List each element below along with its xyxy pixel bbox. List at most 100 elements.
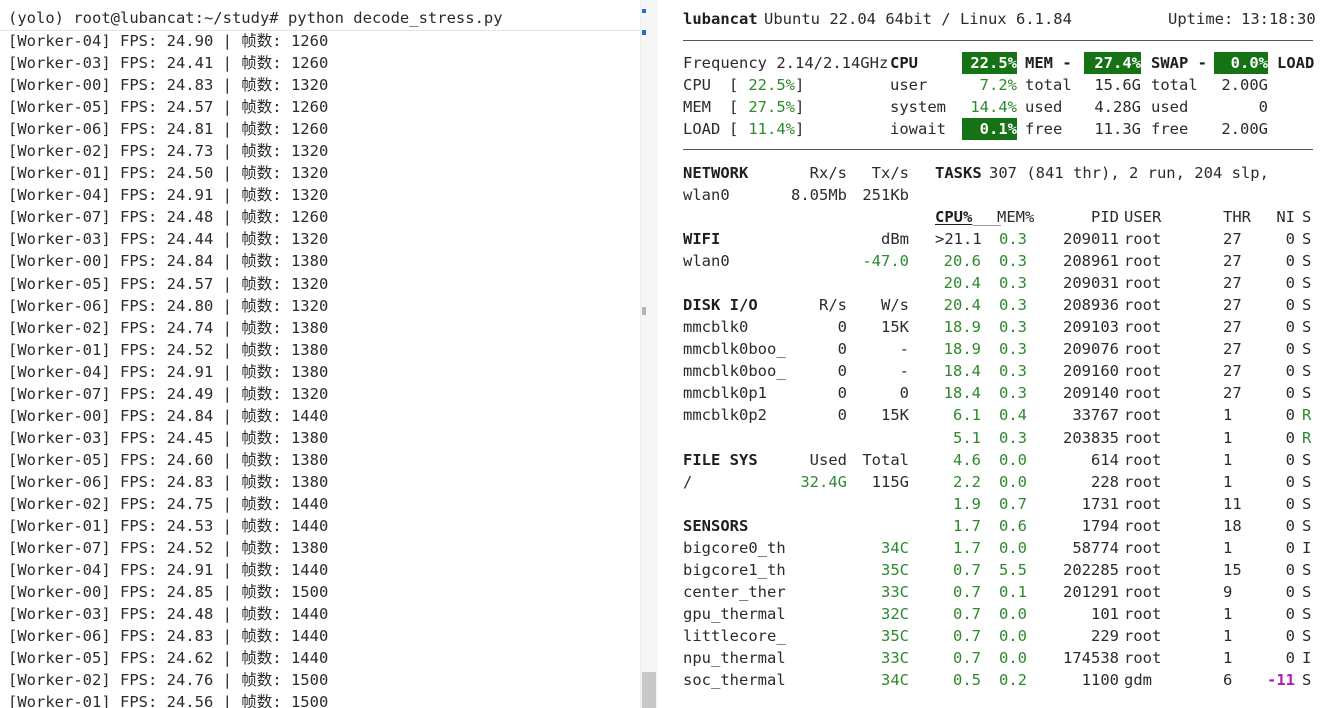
process-pid: 209076 (1063, 340, 1119, 359)
disk-name: mmcblk0p1 (683, 384, 767, 402)
quicklook-value: 11.4% (748, 120, 795, 138)
process-threads: 1 (1223, 627, 1233, 646)
process-threads: 27 (1223, 274, 1242, 293)
process-mem: 0.6 (999, 516, 1027, 535)
process-user: root (1124, 318, 1162, 337)
disk-write-value: - (899, 340, 909, 358)
process-nice: 0 (1285, 472, 1295, 491)
quicklook-bracket-close: ] (795, 76, 805, 94)
process-mem: 0.0 (999, 627, 1027, 646)
process-mem: 0.3 (999, 362, 1027, 381)
cpu-detail-key: system (890, 98, 946, 116)
process-cpu: 0.5 (953, 671, 981, 690)
process-status: S (1302, 627, 1312, 646)
sensor-name: center_ther (683, 583, 786, 601)
process-mem: 0.3 (999, 274, 1027, 293)
process-cpu: 2.2 (953, 472, 981, 491)
process-threads: 27 (1223, 296, 1242, 315)
system-monitor-pane: lubancat Ubuntu 22.04 64bit / Linux 6.1.… (657, 0, 1329, 708)
process-nice: 0 (1285, 494, 1295, 513)
process-mem: 0.0 (999, 472, 1027, 491)
process-mem: 0.3 (999, 296, 1027, 315)
log-line: [Worker-03] FPS: 24.48 | 帧数: 1440 (8, 605, 329, 624)
column-cpu-header[interactable]: CPU% (935, 206, 972, 228)
pane-splitter-handle[interactable] (642, 307, 646, 315)
process-user: root (1124, 252, 1162, 271)
process-pid: 614 (1091, 450, 1119, 469)
process-nice: 0 (1285, 538, 1295, 557)
column-pid-header[interactable]: PID (1057, 206, 1119, 228)
terminal-pane[interactable]: (yolo) root@lubancat:~/study# python dec… (0, 0, 640, 708)
process-user: root (1124, 384, 1162, 403)
process-cpu: 1.9 (953, 494, 981, 513)
process-user: root (1124, 516, 1162, 535)
network-rx-label: Rx/s (809, 164, 847, 182)
log-line: [Worker-00] FPS: 24.83 | 帧数: 1320 (8, 76, 329, 95)
process-status: S (1302, 384, 1312, 403)
log-line: [Worker-01] FPS: 24.52 | 帧数: 1380 (8, 340, 329, 359)
process-mem: 0.0 (999, 649, 1027, 668)
disk-read-label: R/s (819, 296, 847, 314)
process-user: root (1124, 472, 1162, 491)
wifi-title: WIFI (683, 230, 721, 248)
process-mem: 0.1 (999, 582, 1027, 601)
process-pid: 203835 (1063, 428, 1119, 447)
scrollbar-thumb[interactable] (642, 672, 656, 708)
process-user: root (1124, 627, 1162, 646)
process-user: root (1124, 296, 1162, 315)
network-tx-value: 251Kb (862, 186, 909, 204)
process-pid: 201291 (1063, 582, 1119, 601)
process-cpu: 0.7 (953, 649, 981, 668)
process-cpu: 0.7 (953, 582, 981, 601)
process-mem: 0.3 (999, 252, 1027, 271)
process-status: R (1302, 406, 1312, 425)
sensor-name: bigcore1_th (683, 561, 786, 579)
tasks-title: TASKS (935, 164, 982, 182)
process-threads: 27 (1223, 318, 1242, 337)
sensor-temp: 33C (881, 649, 909, 667)
quicklook-label: CPU (683, 76, 711, 94)
process-cpu: 18.9 (943, 318, 981, 337)
disk-read-value: 0 (837, 384, 847, 402)
process-threads: 11 (1223, 494, 1242, 513)
log-line: [Worker-07] FPS: 24.49 | 帧数: 1320 (8, 384, 329, 403)
process-cpu: 0.7 (953, 605, 981, 624)
log-line: [Worker-01] FPS: 24.56 | 帧数: 1500 (8, 693, 329, 708)
process-nice: 0 (1285, 582, 1295, 601)
column-mem-header[interactable]: MEM% (997, 206, 1034, 228)
process-nice: 0 (1285, 318, 1295, 337)
process-mem: 0.0 (999, 605, 1027, 624)
log-line: [Worker-04] FPS: 24.90 | 帧数: 1260 (8, 32, 329, 50)
process-status: S (1302, 560, 1312, 579)
column-thr-header[interactable]: THR (1223, 206, 1251, 228)
process-status: S (1302, 450, 1312, 469)
disk-read-value: 0 (837, 318, 847, 336)
process-user: root (1124, 340, 1162, 359)
process-pid: 209011 (1063, 230, 1119, 248)
process-nice: 0 (1285, 605, 1295, 624)
wifi-signal: -47.0 (862, 252, 909, 270)
process-threads: 15 (1223, 560, 1242, 579)
process-cpu: 4.6 (953, 450, 981, 469)
process-pid: 209031 (1063, 274, 1119, 293)
summary-rule (683, 149, 1313, 150)
cpu-detail-value: 0.1% (962, 118, 1017, 140)
process-mem: 0.3 (999, 230, 1027, 248)
process-pid: 1100 (1081, 671, 1119, 690)
quicklook-value: 22.5% (748, 76, 795, 94)
uptime-value: 13:18:30 (1241, 10, 1316, 28)
wifi-unit: dBm (881, 230, 909, 248)
network-title: NETWORK (683, 164, 749, 182)
terminal-scrollbar[interactable] (640, 0, 658, 708)
log-line: [Worker-00] FPS: 24.84 | 帧数: 1440 (8, 406, 329, 425)
process-user: root (1124, 274, 1162, 293)
column-status-header[interactable]: S (1302, 206, 1311, 228)
column-ni-header[interactable]: NI (1269, 206, 1295, 228)
filesys-used-label: Used (809, 451, 847, 469)
process-user: gdm (1124, 671, 1152, 690)
process-cpu: 18.4 (943, 384, 981, 403)
column-user-header[interactable]: USER (1124, 206, 1161, 228)
sensor-temp: 35C (881, 561, 909, 579)
process-pid: 1731 (1081, 494, 1119, 513)
swap-detail-key: total (1151, 76, 1198, 94)
